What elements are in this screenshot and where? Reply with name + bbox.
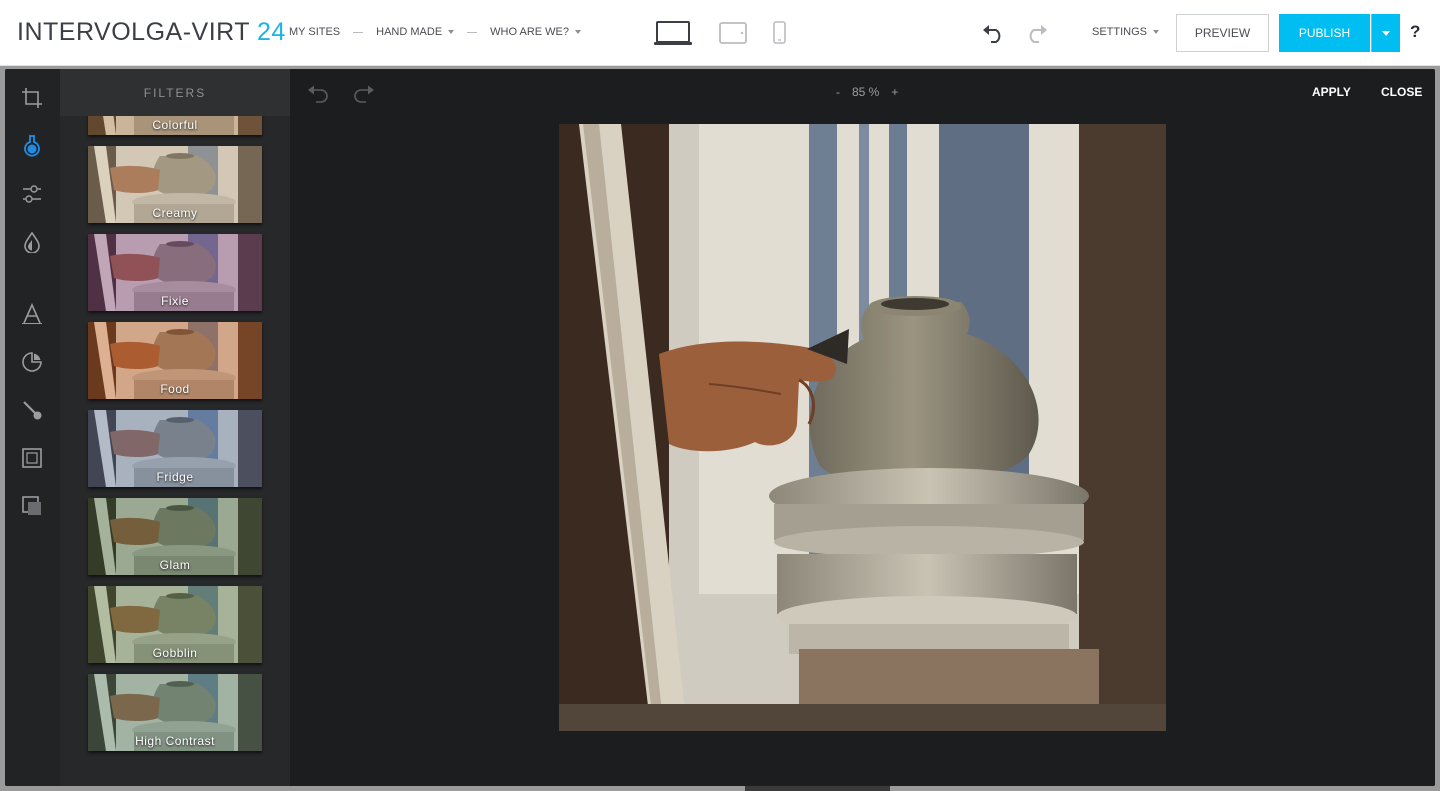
zoom-control: - 85 % + xyxy=(830,85,904,99)
canvas-undo-redo xyxy=(308,85,374,103)
undo-icon[interactable] xyxy=(983,25,1001,43)
filter-thumbnail[interactable]: Glam xyxy=(88,498,262,575)
sticker-icon[interactable] xyxy=(19,349,45,375)
filter-thumbnail-label: Creamy xyxy=(152,206,198,220)
site-title-name: INTERVOLGA-VIRT xyxy=(17,18,250,46)
nav-separator xyxy=(467,31,478,33)
brush-icon[interactable] xyxy=(19,397,45,423)
filter-list[interactable]: Colorful Creamy Fixie Food Fridge Glam Gobblin… xyxy=(60,116,290,786)
filter-thumbnail-label: High Contrast xyxy=(135,734,215,748)
site-title-number: 24 xyxy=(257,18,286,46)
publish-button[interactable]: PUBLISH xyxy=(1279,14,1370,52)
nav-who-are-we[interactable]: WHO ARE WE? xyxy=(490,26,582,38)
filter-thumbnail-label: Fridge xyxy=(156,470,194,484)
nav-who-are-we-label: WHO ARE WE? xyxy=(490,26,570,38)
overlay-icon[interactable] xyxy=(19,493,45,519)
filter-thumbnail-label: Glam xyxy=(159,558,191,572)
close-button[interactable]: CLOSE xyxy=(1381,85,1422,99)
redo-icon[interactable] xyxy=(354,85,374,103)
filter-thumbnail[interactable]: Creamy xyxy=(88,146,262,223)
page-nav: MY SITES HAND MADE WHO ARE WE? xyxy=(289,26,582,38)
chevron-down-icon xyxy=(575,30,582,35)
nav-hand-made-label: HAND MADE xyxy=(376,26,443,38)
site-title[interactable]: INTERVOLGA-VIRT 24 xyxy=(17,18,286,47)
tool-rail xyxy=(5,69,60,786)
undo-redo xyxy=(983,25,1047,43)
filter-thumbnail[interactable]: Colorful xyxy=(88,116,262,135)
device-switcher xyxy=(654,21,786,45)
filter-thumbnail[interactable]: Fridge xyxy=(88,410,262,487)
filters-panel: FILTERS Colorful Creamy Fixie Food Fridge Gla… xyxy=(60,69,341,786)
desktop-icon[interactable] xyxy=(654,21,692,45)
text-icon[interactable] xyxy=(19,301,45,327)
publish-options-button[interactable] xyxy=(1371,14,1400,52)
settings-menu[interactable]: SETTINGS xyxy=(1092,26,1160,38)
redo-icon[interactable] xyxy=(1029,25,1047,43)
filter-thumbnail[interactable]: High Contrast xyxy=(88,674,262,751)
help-button[interactable]: ? xyxy=(1410,22,1420,42)
nav-separator xyxy=(353,31,364,33)
zoom-in-button[interactable]: + xyxy=(891,85,898,99)
photo-preview[interactable] xyxy=(559,124,1166,731)
settings-label: SETTINGS xyxy=(1092,26,1148,38)
nav-my-sites[interactable]: MY SITES xyxy=(289,26,340,38)
chevron-down-icon xyxy=(1382,30,1390,36)
crop-icon[interactable] xyxy=(19,85,45,111)
zoom-out-button[interactable]: - xyxy=(836,85,840,99)
filter-thumbnail-label: Fixie xyxy=(161,294,189,308)
filter-thumbnail[interactable]: Gobblin xyxy=(88,586,262,663)
apply-button[interactable]: APPLY xyxy=(1312,85,1351,99)
frame-icon[interactable] xyxy=(19,445,45,471)
filters-panel-title: FILTERS xyxy=(60,69,290,116)
photo-editor: FILTERS Colorful Creamy Fixie Food Fridge Gla… xyxy=(5,69,1435,786)
zoom-level: 85 % xyxy=(852,85,880,99)
preview-button[interactable]: PREVIEW xyxy=(1176,14,1269,52)
filter-thumbnail-label: Gobblin xyxy=(152,646,198,660)
nav-hand-made[interactable]: HAND MADE xyxy=(376,26,455,38)
undo-icon[interactable] xyxy=(308,85,328,103)
chevron-down-icon xyxy=(1153,30,1160,35)
tablet-icon[interactable] xyxy=(719,22,747,44)
top-bar: INTERVOLGA-VIRT 24 MY SITES HAND MADE WH… xyxy=(0,0,1440,66)
editor-canvas: - 85 % + APPLY CLOSE xyxy=(290,69,1435,786)
filter-thumbnail-label: Colorful xyxy=(152,118,198,132)
chevron-down-icon xyxy=(448,30,455,35)
filter-flask-icon[interactable] xyxy=(19,133,45,159)
filter-thumbnail[interactable]: Food xyxy=(88,322,262,399)
phone-icon[interactable] xyxy=(773,21,786,44)
filter-thumbnail[interactable]: Fixie xyxy=(88,234,262,311)
adjust-sliders-icon[interactable] xyxy=(19,181,45,207)
drop-icon[interactable] xyxy=(19,229,45,255)
page-bottom-strip xyxy=(745,786,890,791)
filter-thumbnail-label: Food xyxy=(160,382,190,396)
